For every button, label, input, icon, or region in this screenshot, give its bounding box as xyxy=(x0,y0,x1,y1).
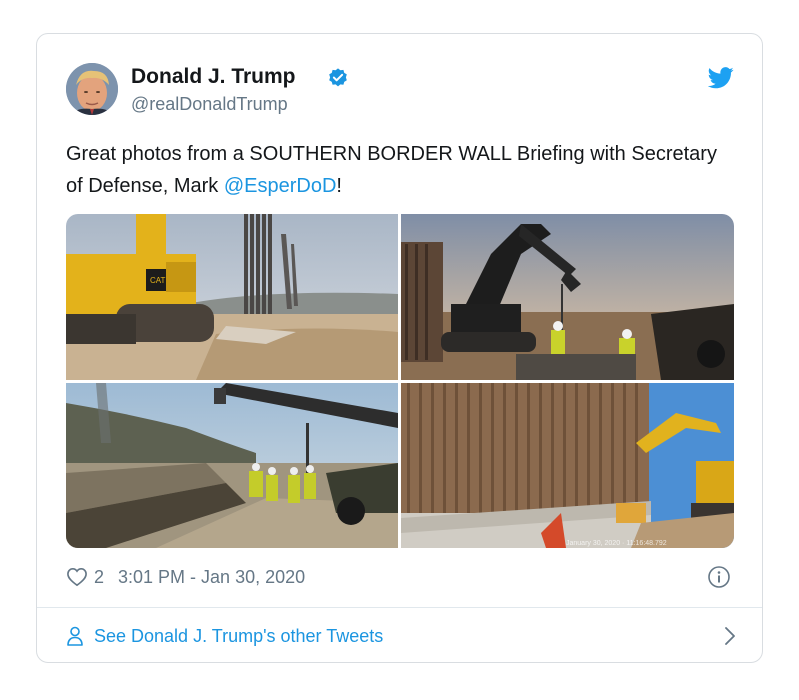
other-tweets-label[interactable]: See Donald J. Trump's other Tweets xyxy=(94,626,383,647)
like-count[interactable]: 2 xyxy=(94,567,104,588)
author-handle[interactable]: @realDonaldTrump xyxy=(131,94,288,115)
photo-4[interactable]: January 30, 2020 · 11:16:48.792 xyxy=(401,383,734,548)
photo-1[interactable]: CAT xyxy=(66,214,398,380)
avatar[interactable] xyxy=(66,63,118,115)
tweet-card[interactable]: Donald J. Trump @realDonaldTrump Great p… xyxy=(36,33,763,663)
other-tweets-link[interactable]: See Donald J. Trump's other Tweets xyxy=(66,623,736,649)
verified-badge-icon xyxy=(329,68,347,87)
photo-2[interactable] xyxy=(401,214,734,380)
twitter-bird-icon[interactable] xyxy=(708,67,734,89)
mention-link[interactable]: @EsperDoD xyxy=(224,175,337,197)
info-icon[interactable] xyxy=(707,565,731,589)
timestamp[interactable]: 3:01 PM - Jan 30, 2020 xyxy=(118,567,305,588)
author-name[interactable]: Donald J. Trump xyxy=(131,65,296,89)
chevron-right-icon[interactable] xyxy=(724,626,736,646)
divider xyxy=(37,607,762,608)
photo-grid: CAT January 30, 2020 · 11:16:48.792 xyxy=(66,214,734,548)
heart-icon[interactable] xyxy=(66,567,88,587)
photo-3[interactable] xyxy=(66,383,398,548)
svg-text:CAT: CAT xyxy=(150,276,166,285)
person-icon xyxy=(67,626,83,646)
tweet-meta: 2 3:01 PM - Jan 30, 2020 xyxy=(66,564,305,590)
tweet-text-end: ! xyxy=(336,175,342,197)
tweet-text: Great photos from a SOUTHERN BORDER WALL… xyxy=(66,138,736,202)
photo-watermark: January 30, 2020 · 11:16:48.792 xyxy=(566,540,667,547)
tweet-text-body: Great photos from a SOUTHERN BORDER WALL… xyxy=(66,143,717,197)
